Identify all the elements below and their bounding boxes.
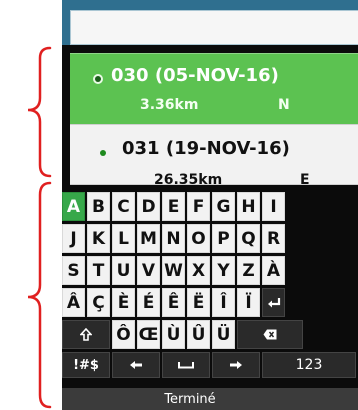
key[interactable]: A: [62, 192, 85, 221]
key[interactable]: E: [162, 192, 185, 221]
key[interactable]: R: [262, 224, 285, 253]
waypoint-list: 030 (05-NOV-16) 3.36km N 031 (19-NOV-16)…: [70, 53, 358, 188]
key-row-5: Ô Œ Ù Û Ü: [62, 320, 303, 349]
key[interactable]: Ô: [112, 320, 135, 349]
key[interactable]: Ï: [237, 288, 260, 317]
key[interactable]: Î: [212, 288, 235, 317]
key[interactable]: P: [212, 224, 235, 253]
key-row-4: Â Ç È É Ê Ë Î Ï: [62, 288, 285, 317]
annotation-braces: [27, 46, 52, 409]
backspace-key[interactable]: [237, 320, 303, 349]
key[interactable]: Ë: [187, 288, 210, 317]
key[interactable]: É: [137, 288, 160, 317]
key[interactable]: Ü: [212, 320, 235, 349]
waypoint-icon: [95, 76, 101, 82]
key[interactable]: J: [62, 224, 85, 253]
shift-icon: [80, 328, 92, 341]
key[interactable]: Â: [62, 288, 85, 317]
left-arrow-icon: [130, 361, 142, 369]
key[interactable]: B: [87, 192, 110, 221]
done-button[interactable]: Terminé: [62, 388, 358, 410]
device-screen: 030 (05-NOV-16) 3.36km N 031 (19-NOV-16)…: [62, 0, 358, 410]
upper-bracket: [27, 46, 52, 178]
key[interactable]: V: [137, 256, 160, 285]
right-arrow-icon: [230, 361, 242, 369]
key[interactable]: L: [112, 224, 135, 253]
key[interactable]: À: [262, 256, 285, 285]
left-arrow-key[interactable]: [112, 352, 160, 378]
symbols-key[interactable]: !#$: [62, 352, 110, 378]
key[interactable]: Z: [237, 256, 260, 285]
key[interactable]: U: [112, 256, 135, 285]
key-row-6: !#$ 123: [62, 352, 356, 378]
key-row-3: S T U V W X Y Z À: [62, 256, 285, 285]
numbers-key[interactable]: 123: [262, 352, 356, 378]
space-icon: [178, 362, 194, 369]
key[interactable]: W: [162, 256, 185, 285]
top-bar: [62, 0, 358, 45]
key[interactable]: Û: [187, 320, 210, 349]
key[interactable]: Ç: [87, 288, 110, 317]
waypoint-distance: 3.36km: [140, 97, 199, 113]
done-label: Terminé: [164, 391, 216, 407]
waypoint-icon: [100, 150, 106, 156]
key[interactable]: K: [87, 224, 110, 253]
key[interactable]: Œ: [137, 320, 160, 349]
lower-bracket: [27, 181, 52, 409]
enter-icon: [267, 297, 280, 307]
key[interactable]: C: [112, 192, 135, 221]
space-key[interactable]: [162, 352, 210, 378]
key[interactable]: M: [137, 224, 160, 253]
key[interactable]: O: [187, 224, 210, 253]
key[interactable]: D: [137, 192, 160, 221]
key[interactable]: Ê: [162, 288, 185, 317]
key[interactable]: Q: [237, 224, 260, 253]
shift-key[interactable]: [62, 320, 110, 349]
key-row-1: A B C D E F G H I: [62, 192, 285, 221]
key[interactable]: X: [187, 256, 210, 285]
key[interactable]: G: [212, 192, 235, 221]
list-item[interactable]: 031 (19-NOV-16) 26.35km E: [70, 125, 358, 188]
search-input[interactable]: [70, 10, 358, 45]
key-row-2: J K L M N O P Q R: [62, 224, 285, 253]
right-arrow-key[interactable]: [212, 352, 260, 378]
waypoint-title: 031 (19-NOV-16): [122, 138, 290, 159]
on-screen-keyboard: A B C D E F G H I J K L M N O P Q R S T …: [62, 186, 358, 410]
key[interactable]: S: [62, 256, 85, 285]
key[interactable]: I: [262, 192, 285, 221]
enter-key[interactable]: [262, 288, 285, 317]
key[interactable]: F: [187, 192, 210, 221]
key[interactable]: N: [162, 224, 185, 253]
waypoint-title: 030 (05-NOV-16): [111, 65, 279, 86]
key[interactable]: T: [87, 256, 110, 285]
key[interactable]: Y: [212, 256, 235, 285]
key[interactable]: H: [237, 192, 260, 221]
backspace-icon: [263, 329, 277, 340]
key[interactable]: È: [112, 288, 135, 317]
list-item[interactable]: 030 (05-NOV-16) 3.36km N: [70, 53, 358, 125]
key[interactable]: Ù: [162, 320, 185, 349]
waypoint-direction: N: [278, 97, 290, 113]
